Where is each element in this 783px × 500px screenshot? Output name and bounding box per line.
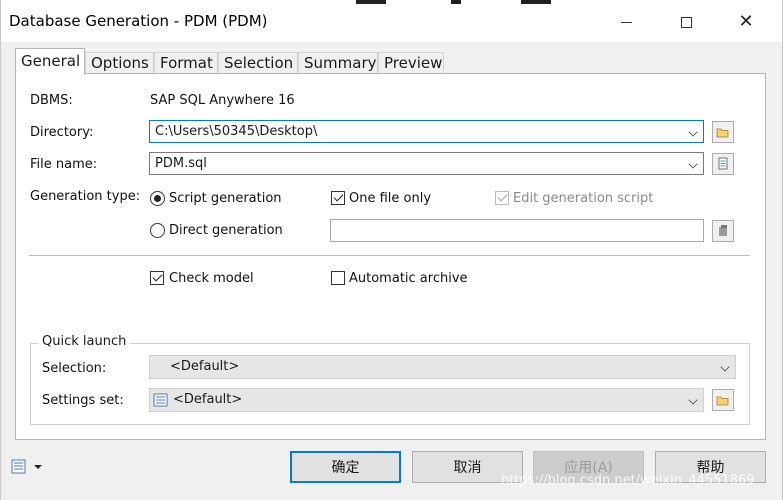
chevron-down-icon[interactable]	[688, 395, 698, 405]
directory-value: C:\Users\50345\Desktop\	[155, 124, 318, 139]
generation-type-label: Generation type:	[30, 189, 141, 204]
browse-file-button[interactable]	[712, 153, 734, 175]
chevron-down-icon[interactable]	[720, 362, 730, 372]
dialog-window: Database Generation - PDM (PDM) ✕ Genera…	[0, 0, 783, 500]
title-bar: Database Generation - PDM (PDM) ✕	[1, 0, 782, 42]
direct-generation-label[interactable]: Direct generation	[169, 223, 283, 238]
one-file-only-checkbox[interactable]	[331, 191, 345, 205]
browse-directory-button[interactable]	[712, 121, 734, 143]
edit-generation-script-checkbox[interactable]	[495, 191, 509, 205]
chevron-down-icon	[34, 465, 42, 469]
top-decoration	[451, 0, 461, 4]
top-decoration	[521, 0, 551, 4]
maximize-icon	[680, 16, 692, 28]
automatic-archive-checkbox[interactable]	[331, 271, 345, 285]
folder-icon	[716, 128, 729, 138]
tab-preview[interactable]: Preview	[378, 52, 444, 74]
settings-menu-button[interactable]	[11, 458, 45, 476]
settings-set-label: Settings set:	[42, 393, 124, 408]
connect-button[interactable]	[712, 220, 734, 242]
filename-label: File name:	[30, 157, 98, 172]
ok-button[interactable]: 确定	[290, 451, 401, 483]
settings-folder-button[interactable]	[712, 389, 734, 411]
folder-icon	[716, 396, 729, 406]
directory-combobox[interactable]: C:\Users\50345\Desktop\	[149, 120, 704, 143]
settings-set-combobox[interactable]: <Default>	[149, 388, 704, 412]
selection-value: <Default>	[170, 359, 240, 374]
one-file-only-label[interactable]: One file only	[349, 191, 431, 206]
settings-set-value: <Default>	[173, 392, 243, 407]
data-source-field[interactable]	[330, 219, 704, 242]
top-decoration	[356, 0, 386, 4]
tab-general[interactable]: General	[15, 48, 85, 75]
watermark-text: https://blog.csdn.net/weixin_44551869	[501, 473, 755, 488]
settings-menu-icon	[11, 459, 42, 474]
database-connect-icon	[719, 225, 727, 236]
tab-selection[interactable]: Selection	[218, 52, 298, 74]
dbms-label: DBMS:	[30, 93, 73, 108]
check-model-checkbox[interactable]	[150, 271, 164, 285]
directory-label: Directory:	[30, 125, 94, 140]
filename-value: PDM.sql	[155, 156, 207, 171]
dbms-value: SAP SQL Anywhere 16	[150, 93, 295, 108]
selection-label: Selection:	[42, 361, 107, 376]
direct-generation-radio[interactable]	[150, 223, 165, 238]
chevron-down-icon[interactable]	[688, 127, 698, 137]
chevron-down-icon[interactable]	[688, 159, 698, 169]
tab-options[interactable]: Options	[85, 52, 154, 74]
tab-format[interactable]: Format	[154, 52, 218, 74]
maximize-button[interactable]	[663, 8, 709, 36]
minimize-icon	[620, 21, 632, 23]
separator	[29, 255, 750, 256]
minimize-button[interactable]	[603, 8, 649, 36]
automatic-archive-label[interactable]: Automatic archive	[349, 271, 468, 286]
check-model-label[interactable]: Check model	[169, 271, 254, 286]
script-generation-label[interactable]: Script generation	[169, 191, 282, 206]
edit-generation-script-label: Edit generation script	[513, 191, 654, 206]
quick-launch-title: Quick launch	[38, 334, 131, 349]
document-icon	[718, 157, 728, 170]
close-button[interactable]: ✕	[723, 8, 769, 36]
settings-list-icon	[153, 393, 168, 407]
selection-combobox[interactable]: <Default>	[149, 355, 736, 379]
tab-summary[interactable]: Summary	[298, 52, 378, 74]
filename-combobox[interactable]: PDM.sql	[149, 152, 704, 175]
window-title: Database Generation - PDM (PDM)	[9, 12, 268, 30]
close-icon: ✕	[738, 11, 754, 32]
script-generation-radio[interactable]	[150, 191, 165, 206]
